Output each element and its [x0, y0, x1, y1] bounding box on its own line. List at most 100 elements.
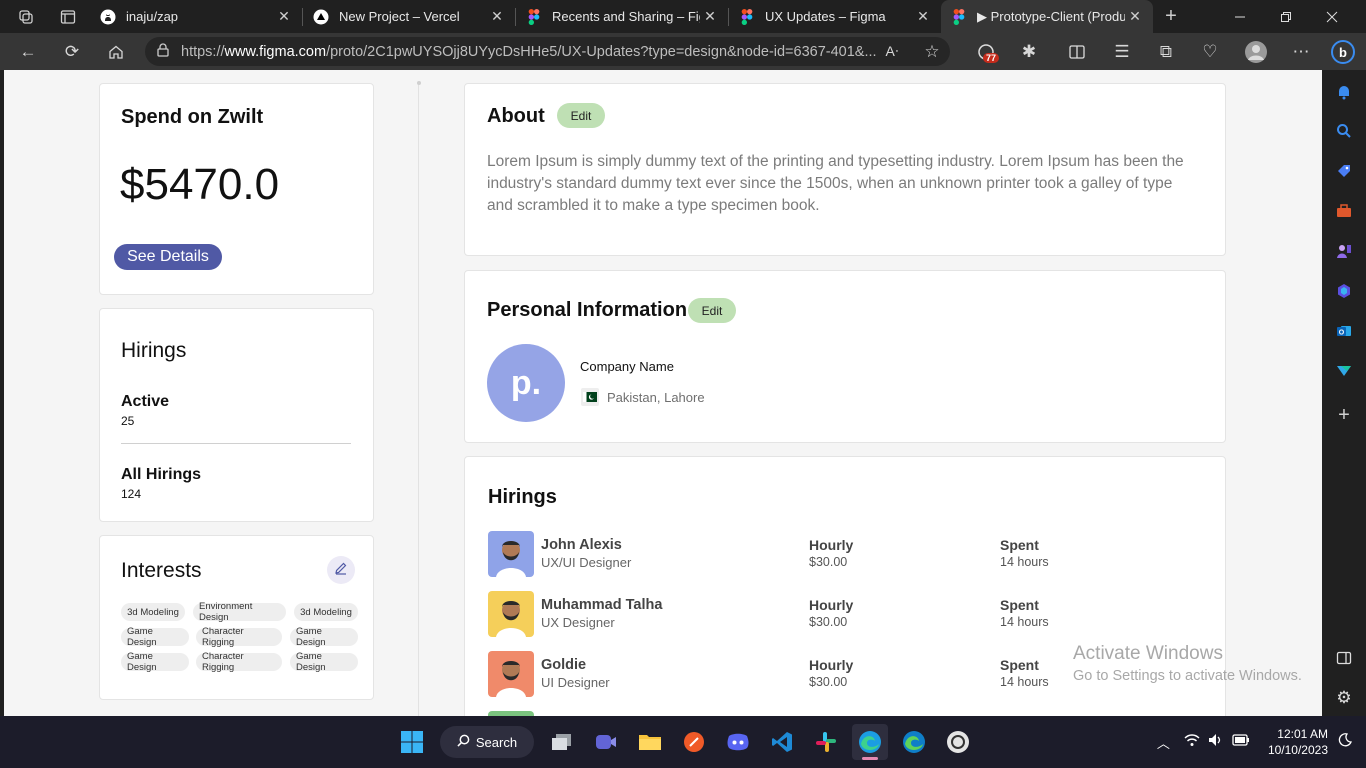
- discord-icon[interactable]: [720, 724, 756, 760]
- rate-value: $30.00: [809, 555, 848, 569]
- browser-tab-bar: inaju/zap ✕ New Project – Vercel ✕ Recen…: [0, 0, 1366, 33]
- home-icon[interactable]: [100, 36, 132, 68]
- workspaces-icon[interactable]: [16, 7, 36, 27]
- interests-card: Interests 3d Modeling Environment Design…: [99, 535, 374, 700]
- clock-time: 12:01 AM: [1277, 727, 1328, 741]
- rate-value: $30.00: [809, 675, 848, 689]
- back-icon[interactable]: ←: [12, 36, 44, 68]
- edge-dev-icon[interactable]: [896, 724, 932, 760]
- close-tab-icon[interactable]: ✕: [274, 8, 294, 25]
- favorites-icon[interactable]: ☰: [1106, 36, 1138, 68]
- hirings-summary-title: Hirings: [121, 339, 187, 362]
- new-tab-icon[interactable]: +: [1161, 5, 1181, 27]
- spent-value: 14 hours: [1000, 675, 1049, 689]
- games-icon[interactable]: [1334, 241, 1354, 261]
- extensions-icon[interactable]: ✱: [1013, 36, 1045, 68]
- tab-title: ▶ Prototype-Client (Produc: [977, 8, 1125, 24]
- vscode-icon[interactable]: [764, 724, 800, 760]
- edit-about-button[interactable]: Edit: [557, 103, 605, 128]
- add-sidebar-app-icon[interactable]: +: [1334, 404, 1354, 426]
- about-title: About: [487, 105, 545, 127]
- show-hidden-icons-chevron[interactable]: ︿: [1157, 733, 1170, 752]
- see-details-button[interactable]: See Details: [114, 244, 222, 270]
- app-icon[interactable]: [940, 724, 976, 760]
- close-window-icon[interactable]: [1322, 7, 1342, 27]
- avatar: [488, 531, 534, 577]
- tab-actions-icon[interactable]: [58, 7, 78, 27]
- pencil-icon: [334, 561, 348, 580]
- profile-avatar[interactable]: [1240, 36, 1272, 68]
- restore-icon[interactable]: [1276, 7, 1296, 27]
- refresh-icon[interactable]: ⟳: [56, 36, 88, 68]
- shopping-tag-icon[interactable]: [1334, 161, 1354, 181]
- tab-github[interactable]: inaju/zap ✕: [90, 0, 302, 33]
- outlook-icon[interactable]: O: [1334, 321, 1354, 341]
- rate-value: $30.00: [809, 615, 848, 629]
- clock-date: 10/10/2023: [1267, 743, 1328, 757]
- search-icon[interactable]: [1334, 121, 1354, 141]
- wifi-icon[interactable]: [1184, 733, 1200, 752]
- column-divider: [418, 82, 419, 716]
- address-bar[interactable]: https://www.figma.com/proto/2C1pwUYSOjj8…: [145, 37, 950, 66]
- tab-title: Recents and Sharing – Figm: [552, 9, 700, 24]
- tab-figma-recents[interactable]: Recents and Sharing – Figm ✕: [516, 0, 728, 33]
- favorite-star-icon[interactable]: ☆: [916, 36, 948, 68]
- windows-start-icon[interactable]: [394, 724, 430, 760]
- close-tab-icon[interactable]: ✕: [913, 8, 933, 25]
- task-view-icon[interactable]: [544, 724, 580, 760]
- taskbar-search-box[interactable]: Search: [440, 726, 534, 758]
- browser-essentials-icon[interactable]: ♡: [1194, 36, 1226, 68]
- lock-icon: [157, 42, 171, 61]
- volume-icon[interactable]: [1208, 733, 1224, 752]
- rate-label: Hourly: [809, 597, 854, 613]
- company-logo-text: p.: [510, 363, 542, 402]
- brave-browser-icon[interactable]: [676, 724, 712, 760]
- edge-browser-icon[interactable]: [852, 724, 888, 760]
- teams-meet-icon[interactable]: [588, 724, 624, 760]
- bing-copilot-icon[interactable]: b: [1327, 36, 1359, 68]
- close-tab-icon[interactable]: ✕: [487, 8, 507, 25]
- tab-title: inaju/zap: [126, 9, 179, 24]
- sidebar-settings-icon[interactable]: ⚙: [1334, 688, 1354, 708]
- clock[interactable]: 12:01 AM 10/10/2023: [1268, 726, 1328, 758]
- spent-label: Spent: [1000, 597, 1039, 613]
- edit-interests-button[interactable]: [327, 556, 355, 584]
- vercel-icon: [313, 9, 329, 25]
- drop-icon[interactable]: [1334, 361, 1354, 381]
- read-aloud-icon[interactable]: Aᐧ: [876, 36, 908, 68]
- focus-moon-icon[interactable]: [1338, 732, 1352, 752]
- battery-icon[interactable]: [1232, 733, 1250, 751]
- spend-amount: $5470.0: [120, 160, 280, 209]
- sidebar-layout-icon[interactable]: [1334, 648, 1354, 668]
- divider: [121, 443, 351, 444]
- hiring-name: Goldie: [541, 657, 587, 673]
- tools-briefcase-icon[interactable]: [1334, 201, 1354, 221]
- extension-badge-icon[interactable]: 77: [970, 36, 1002, 68]
- spent-value: 14 hours: [1000, 615, 1049, 629]
- active-value: 25: [121, 414, 135, 428]
- more-options-icon[interactable]: ⋯: [1285, 36, 1317, 68]
- split-screen-icon[interactable]: [1061, 36, 1093, 68]
- rate-label: Hourly: [809, 657, 854, 673]
- tab-vercel[interactable]: New Project – Vercel ✕: [303, 0, 515, 33]
- divider-dot: [417, 81, 421, 85]
- minimize-icon[interactable]: [1230, 7, 1250, 27]
- personal-info-card: Personal Information Edit p. Company Nam…: [464, 270, 1226, 443]
- taskbar-search-label: Search: [475, 734, 518, 750]
- close-tab-icon[interactable]: ✕: [700, 8, 720, 25]
- hiring-role: UI Designer: [541, 675, 610, 690]
- slack-icon[interactable]: [808, 724, 844, 760]
- tab-figma-prototype[interactable]: ▶ Prototype-Client (Produc ✕: [941, 0, 1153, 33]
- copilot-icon[interactable]: [1334, 281, 1354, 301]
- interest-chip: Character Rigging: [196, 651, 282, 673]
- tab-figma-ux-updates[interactable]: UX Updates – Figma ✕: [729, 0, 941, 33]
- notification-bell-icon[interactable]: [1334, 82, 1354, 102]
- file-explorer-icon[interactable]: [632, 724, 668, 760]
- edit-personal-button[interactable]: Edit: [688, 298, 736, 323]
- collections-icon[interactable]: ⧉: [1150, 36, 1182, 68]
- close-tab-icon[interactable]: ✕: [1125, 8, 1145, 25]
- interest-chip: Game Design: [290, 626, 358, 648]
- interest-chip: Game Design: [290, 651, 358, 673]
- hiring-name: Muhammad Talha: [541, 597, 663, 613]
- interest-chip: 3d Modeling: [121, 603, 185, 621]
